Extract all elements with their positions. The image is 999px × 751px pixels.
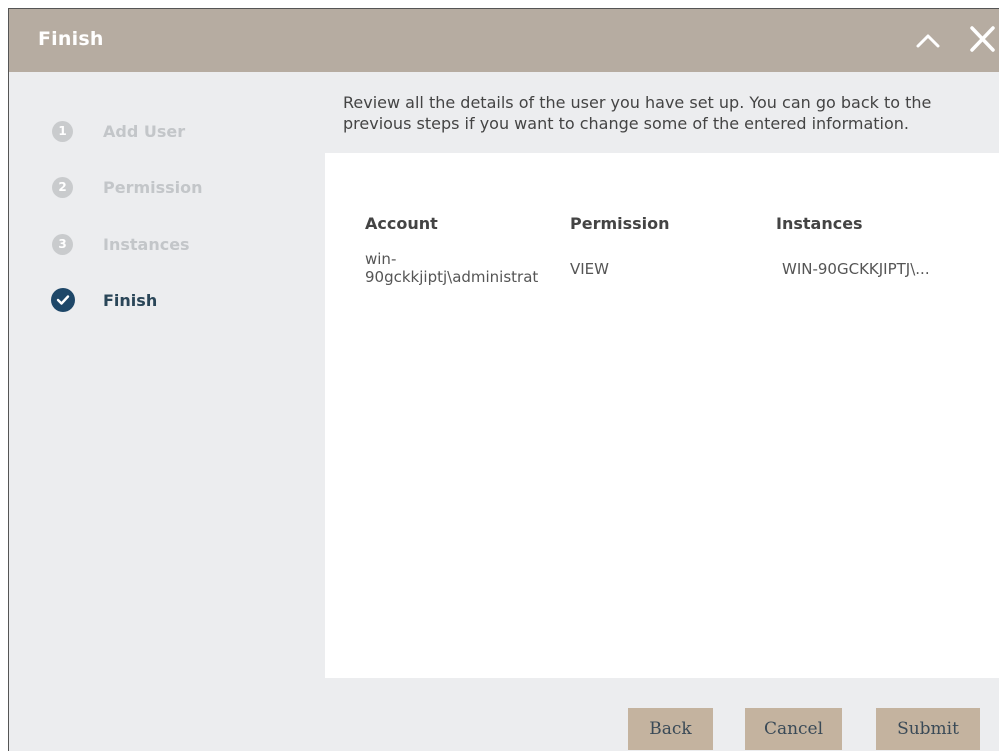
wizard-steps-sidebar: 1 Add User 2 Permission 3 Instances Fini… xyxy=(9,72,325,678)
step-number-badge: 3 xyxy=(52,233,73,255)
column-header-instances: Instances xyxy=(776,214,863,233)
review-instructions: Review all the details of the user you h… xyxy=(325,72,999,153)
cell-account: win- 90gckkjiptj\administrat xyxy=(365,250,560,286)
step-number-badge: 2 xyxy=(52,176,73,198)
step-instances[interactable]: 3 Instances xyxy=(9,226,325,262)
column-header-permission: Permission xyxy=(570,214,670,233)
step-label: Finish xyxy=(103,290,158,310)
cancel-button[interactable]: Cancel xyxy=(745,708,842,750)
dialog-footer: Back Cancel Submit xyxy=(9,678,999,751)
cell-account-line: win- xyxy=(365,250,397,268)
step-finish[interactable]: Finish xyxy=(9,282,325,318)
column-header-account: Account xyxy=(365,214,438,233)
dialog-title: Finish xyxy=(38,28,104,50)
step-add-user[interactable]: 1 Add User xyxy=(9,113,325,149)
instructions-line: Review all the details of the user you h… xyxy=(343,93,932,112)
review-panel: Review all the details of the user you h… xyxy=(325,72,999,678)
checkmark-icon xyxy=(51,288,75,312)
step-label: Instances xyxy=(103,234,190,254)
cell-instances: WIN-90GCKKJIPTJ\... xyxy=(782,260,930,278)
cell-permission: VIEW xyxy=(570,260,609,278)
submit-button[interactable]: Submit xyxy=(876,708,980,750)
close-icon[interactable] xyxy=(967,23,997,55)
chevron-up-icon[interactable] xyxy=(913,27,943,53)
back-button[interactable]: Back xyxy=(628,708,713,750)
add-user-dialog: Finish 1 Add User 2 Permission 3 Instanc… xyxy=(8,8,999,751)
step-permission[interactable]: 2 Permission xyxy=(9,169,325,205)
step-number-badge: 1 xyxy=(52,120,73,142)
step-label: Add User xyxy=(103,121,186,141)
step-label: Permission xyxy=(103,177,203,197)
instructions-line: previous steps if you want to change som… xyxy=(343,114,910,133)
cell-account-line: 90gckkjiptj\administrat xyxy=(365,268,539,286)
dialog-titlebar: Finish xyxy=(9,9,999,72)
